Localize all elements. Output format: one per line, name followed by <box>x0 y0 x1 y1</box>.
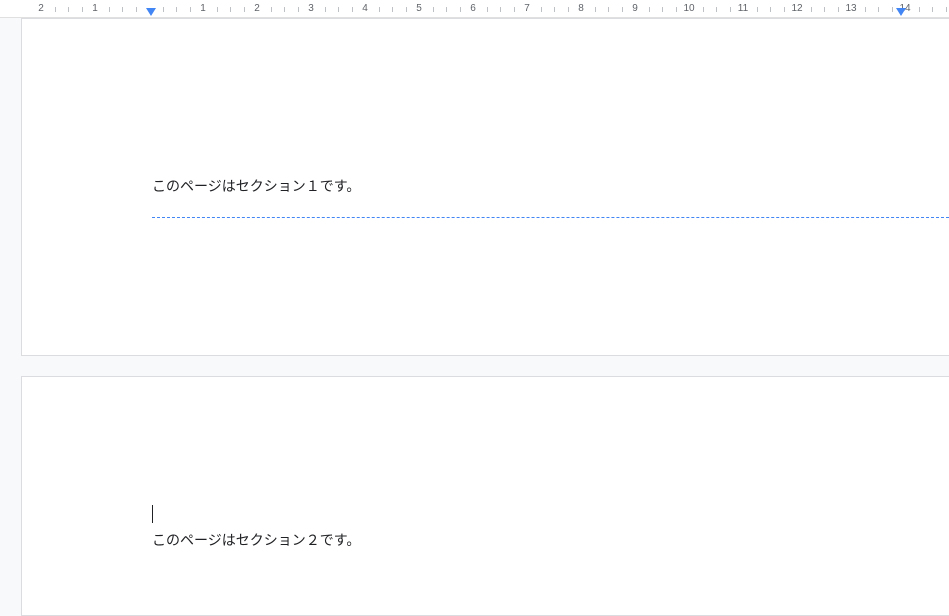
ruler-tick-minor <box>568 7 569 12</box>
ruler-inner: 211234567891011121314151617 <box>0 0 949 17</box>
ruler-tick-minor <box>352 7 353 12</box>
page-2[interactable]: このページはセクション２です。 <box>21 376 949 616</box>
ruler-tick-minor <box>757 7 758 12</box>
ruler-tick-minor <box>662 7 663 12</box>
text-cursor <box>152 505 153 523</box>
ruler-tick-label: 1 <box>92 3 98 14</box>
ruler-tick-label: 4 <box>362 3 368 14</box>
ruler-tick-minor <box>325 7 326 12</box>
ruler-tick-minor <box>932 7 933 12</box>
ruler-tick-minor <box>446 7 447 12</box>
ruler-tick-label: 6 <box>470 3 476 14</box>
ruler-tick-label: 11 <box>738 3 748 14</box>
ruler-tick-minor <box>595 7 596 12</box>
ruler-tick-minor <box>554 7 555 12</box>
horizontal-ruler[interactable]: 211234567891011121314151617 <box>0 0 949 18</box>
ruler-tick-label: 2 <box>254 3 260 14</box>
ruler-tick-label: 8 <box>578 3 584 14</box>
ruler-tick-minor <box>271 7 272 12</box>
ruler-tick-label: 3 <box>308 3 314 14</box>
section-break-line <box>152 217 949 218</box>
page-1-text[interactable]: このページはセクション１です。 <box>152 175 949 197</box>
ruler-tick-minor <box>109 7 110 12</box>
ruler-tick-minor <box>338 7 339 12</box>
indent-left-marker[interactable] <box>146 8 156 16</box>
ruler-tick-minor <box>676 7 677 12</box>
ruler-tick-minor <box>811 7 812 12</box>
ruler-tick-minor <box>122 7 123 12</box>
ruler-tick-label: 2 <box>38 3 44 14</box>
ruler-tick-minor <box>487 7 488 12</box>
ruler-tick-minor <box>217 7 218 12</box>
ruler-tick-minor <box>163 7 164 12</box>
ruler-tick-label: 9 <box>632 3 638 14</box>
ruler-tick-minor <box>284 7 285 12</box>
ruler-tick-minor <box>865 7 866 12</box>
indent-right-marker[interactable] <box>896 8 906 16</box>
ruler-tick-minor <box>68 7 69 12</box>
ruler-tick-minor <box>82 7 83 12</box>
ruler-tick-minor <box>730 7 731 12</box>
ruler-tick-minor <box>946 7 947 12</box>
ruler-tick-minor <box>622 7 623 12</box>
ruler-tick-minor <box>514 7 515 12</box>
ruler-tick-label: 10 <box>683 3 694 14</box>
ruler-tick-minor <box>878 7 879 12</box>
ruler-tick-minor <box>500 7 501 12</box>
ruler-tick-minor <box>770 7 771 12</box>
ruler-tick-minor <box>703 7 704 12</box>
document-viewport[interactable]: このページはセクション１です。 このページはセクション２です。 <box>0 18 949 616</box>
ruler-tick-label: 13 <box>845 3 856 14</box>
ruler-tick-minor <box>433 7 434 12</box>
ruler-tick-minor <box>824 7 825 12</box>
ruler-tick-label: 7 <box>524 3 530 14</box>
ruler-tick-minor <box>379 7 380 12</box>
page-1[interactable]: このページはセクション１です。 <box>21 18 949 356</box>
ruler-tick-minor <box>919 7 920 12</box>
ruler-tick-minor <box>460 7 461 12</box>
ruler-tick-minor <box>244 7 245 12</box>
ruler-tick-minor <box>406 7 407 12</box>
ruler-tick-minor <box>541 7 542 12</box>
ruler-tick-minor <box>136 7 137 12</box>
ruler-tick-minor <box>176 7 177 12</box>
ruler-tick-label: 5 <box>416 3 422 14</box>
ruler-tick-label: 12 <box>791 3 802 14</box>
ruler-tick-minor <box>298 7 299 12</box>
ruler-tick-minor <box>190 7 191 12</box>
page-2-text[interactable]: このページはセクション２です。 <box>152 529 949 551</box>
ruler-tick-minor <box>230 7 231 12</box>
ruler-tick-minor <box>892 7 893 12</box>
ruler-tick-minor <box>392 7 393 12</box>
ruler-tick-minor <box>784 7 785 12</box>
ruler-tick-minor <box>649 7 650 12</box>
ruler-tick-minor <box>608 7 609 12</box>
ruler-tick-minor <box>55 7 56 12</box>
ruler-tick-minor <box>716 7 717 12</box>
ruler-tick-minor <box>838 7 839 12</box>
ruler-tick-label: 1 <box>200 3 206 14</box>
